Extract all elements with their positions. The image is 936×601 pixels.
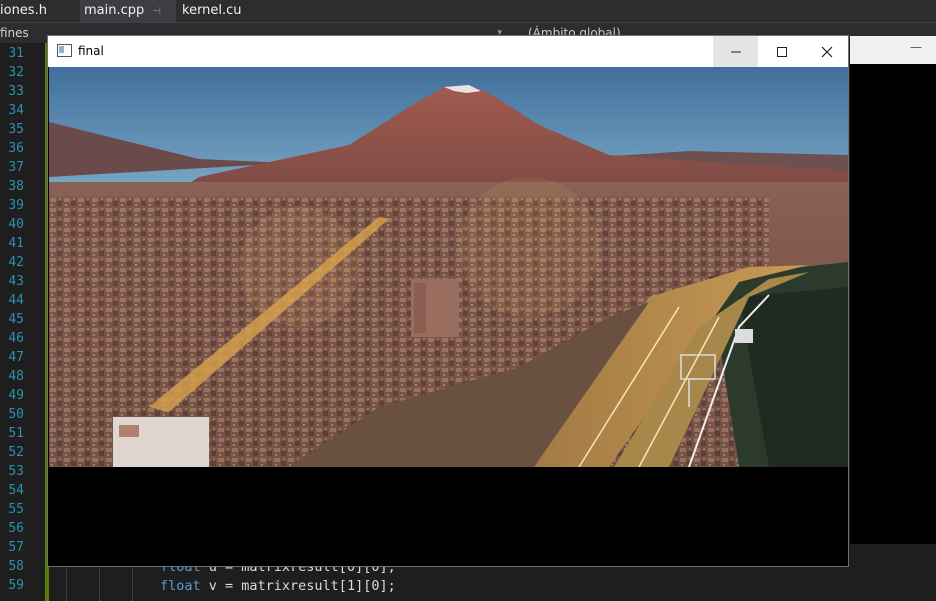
line-number: 31 xyxy=(8,46,24,61)
line-number: 53 xyxy=(8,464,24,479)
line-number: 46 xyxy=(8,331,24,346)
window-title: final xyxy=(78,44,104,58)
tab-main-cpp[interactable]: main.cpp ⊣ xyxy=(80,0,176,22)
line-number: 40 xyxy=(8,217,24,232)
indent-guide xyxy=(99,563,101,601)
tab-funciones-h[interactable]: iones.h xyxy=(0,0,76,22)
line-number: 37 xyxy=(8,160,24,175)
line-number: 47 xyxy=(8,350,24,365)
line-number: 59 xyxy=(8,578,24,593)
code-line[interactable]: float v = matrixresult[1][0]; xyxy=(160,578,396,594)
editor-tab-strip: iones.h main.cpp ⊣ kernel.cu xyxy=(0,0,936,23)
line-number: 56 xyxy=(8,521,24,536)
line-number: 43 xyxy=(8,274,24,289)
minimize-button[interactable] xyxy=(713,36,758,67)
line-number: 58 xyxy=(8,559,24,574)
tab-label: main.cpp xyxy=(84,3,145,18)
line-number: 41 xyxy=(8,236,24,251)
tab-label: kernel.cu xyxy=(182,3,242,18)
line-number: 38 xyxy=(8,179,24,194)
line-number: 39 xyxy=(8,198,24,213)
image-window: final xyxy=(47,35,849,567)
line-number-gutter: 31 32 33 34 35 36 37 38 39 40 41 42 43 4… xyxy=(0,43,46,601)
minimize-icon xyxy=(730,51,741,53)
maximize-button[interactable] xyxy=(759,36,804,67)
code-text: v = matrixresult[1][0]; xyxy=(200,578,396,594)
code-keyword: float xyxy=(160,578,201,594)
tab-kernel-cu[interactable]: kernel.cu xyxy=(182,0,262,22)
pin-icon[interactable]: ⊣ xyxy=(152,6,161,17)
line-number: 54 xyxy=(8,483,24,498)
window-titlebar[interactable]: final xyxy=(48,36,848,67)
line-number: 57 xyxy=(8,540,24,555)
line-number: 36 xyxy=(8,141,24,156)
line-number: 48 xyxy=(8,369,24,384)
line-number: 52 xyxy=(8,445,24,460)
line-number: 33 xyxy=(8,84,24,99)
app-icon xyxy=(57,44,72,57)
line-number: 42 xyxy=(8,255,24,270)
indent-guide xyxy=(132,563,134,601)
displayed-image xyxy=(49,67,848,467)
minimize-icon[interactable]: — xyxy=(910,40,922,54)
line-number: 50 xyxy=(8,407,24,422)
line-number: 34 xyxy=(8,103,24,118)
background-window-titlebar: — xyxy=(850,36,936,64)
line-number: 44 xyxy=(8,293,24,308)
line-number: 32 xyxy=(8,65,24,80)
window-empty-area xyxy=(48,467,848,566)
tab-label: iones.h xyxy=(0,3,47,18)
city-volcano-photo xyxy=(49,67,848,467)
line-number: 55 xyxy=(8,502,24,517)
maximize-icon xyxy=(776,47,787,57)
line-number: 45 xyxy=(8,312,24,327)
line-number: 35 xyxy=(8,122,24,137)
line-number: 51 xyxy=(8,426,24,441)
indent-guide xyxy=(66,563,68,601)
defines-label: fines xyxy=(0,26,29,40)
background-window-content xyxy=(850,64,936,544)
close-icon xyxy=(821,46,832,58)
close-button[interactable] xyxy=(804,36,849,67)
line-number: 49 xyxy=(8,388,24,403)
